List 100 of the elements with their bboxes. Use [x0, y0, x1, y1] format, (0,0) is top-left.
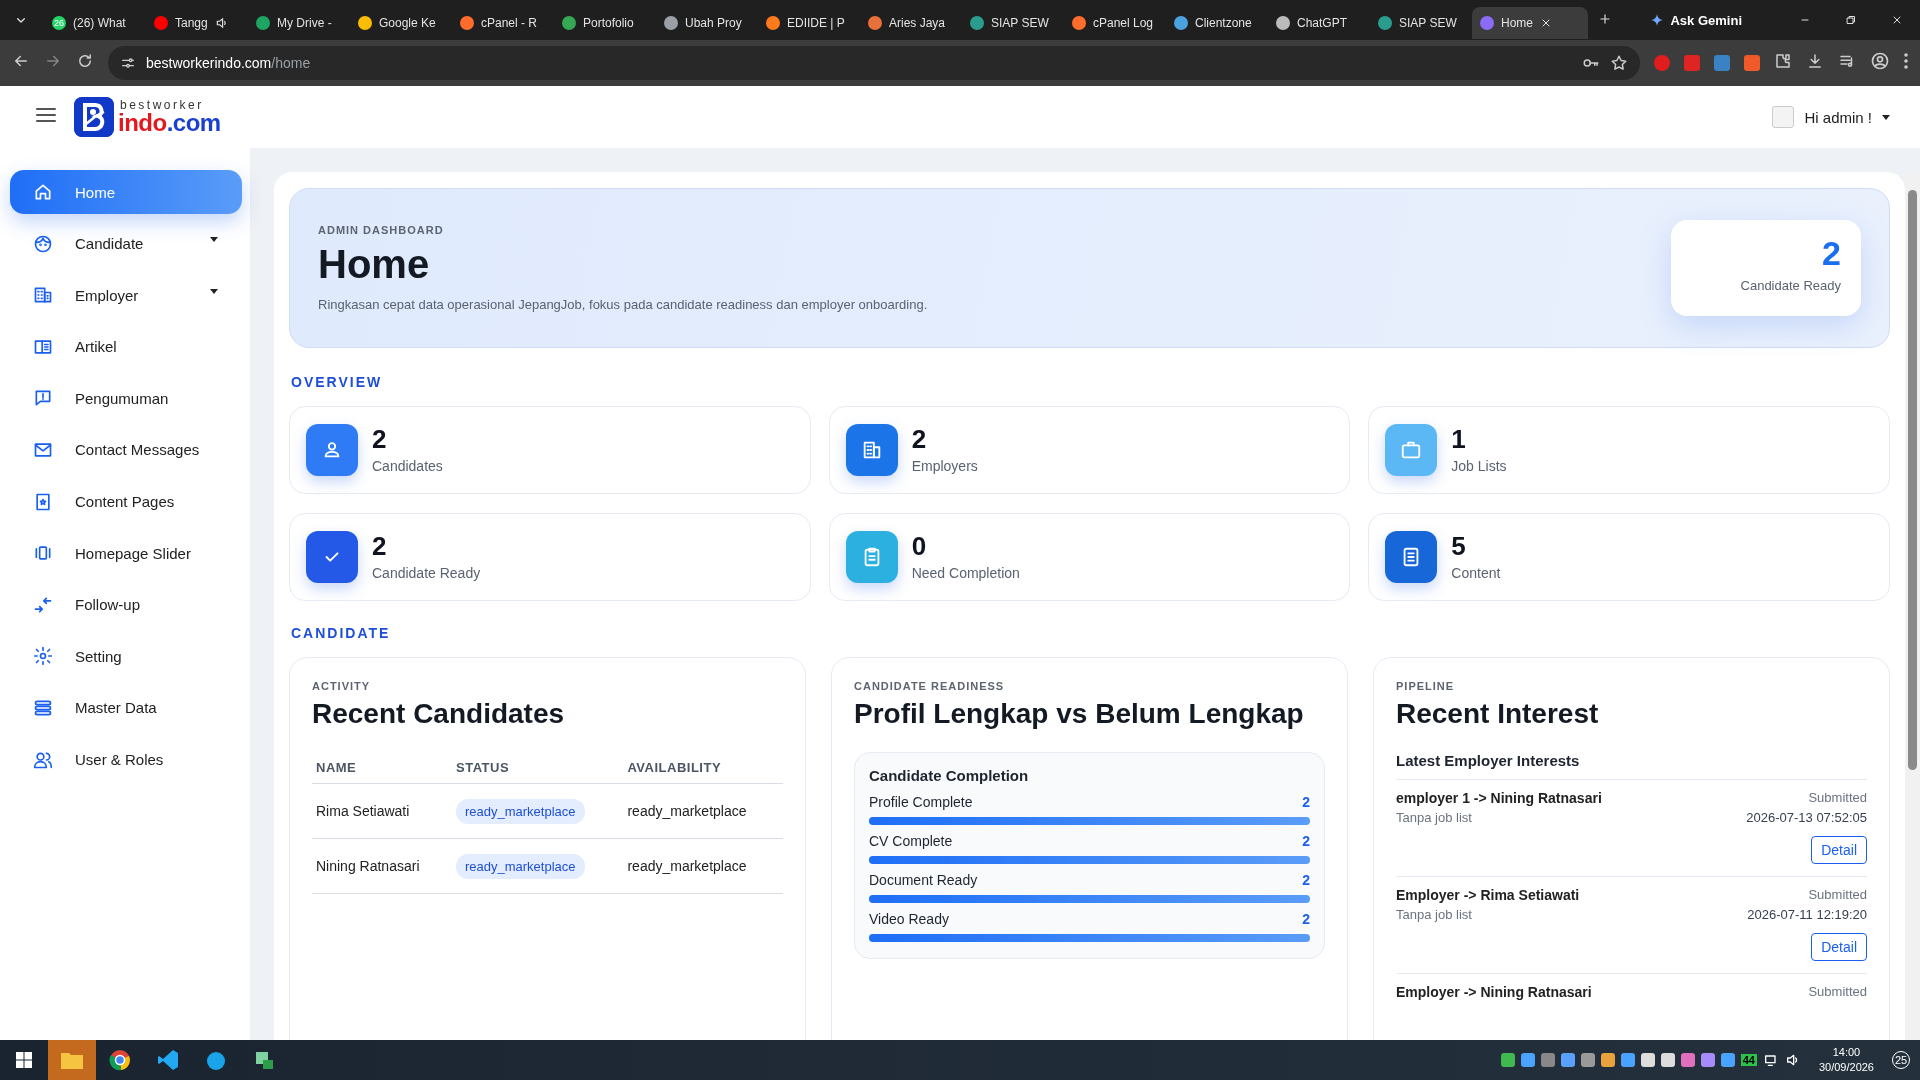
interest-status: Submitted — [1808, 887, 1867, 902]
tray-icon[interactable] — [1720, 1053, 1735, 1067]
gemini-button[interactable]: Ask Gemini — [1650, 12, 1742, 28]
briefcase-icon — [1400, 439, 1423, 461]
sidebar-item[interactable]: Setting — [10, 634, 242, 679]
sidebar-item[interactable]: Content Pages — [10, 479, 242, 524]
logo-wordmark: indo.com — [118, 111, 221, 135]
code-editor-icon — [157, 1049, 179, 1071]
panel-title: Candidate Completion — [869, 767, 1030, 784]
building-icon — [33, 285, 53, 306]
table-cell: Nining Ratnasari — [312, 838, 452, 894]
sidebar-item[interactable]: Pengumuman — [10, 376, 242, 421]
browser-tab[interactable]: My Drive - — [248, 7, 350, 39]
sidebar-item[interactable]: Follow-up — [10, 582, 242, 627]
browser-tab[interactable]: Home — [1472, 7, 1588, 39]
star-icon — [1610, 54, 1628, 72]
tray-icon[interactable] — [1580, 1053, 1595, 1067]
sidebar-item[interactable]: User & Roles — [10, 737, 242, 782]
tray-icon[interactable] — [1620, 1053, 1635, 1067]
stat-label: Candidates — [372, 458, 443, 474]
card-title: Recent Interest — [1396, 698, 1600, 730]
interest-status: Submitted — [1808, 984, 1867, 999]
close-icon — [1540, 17, 1552, 29]
list-heading: Latest Employer Interests — [1396, 752, 1580, 769]
tray-icon[interactable] — [1660, 1053, 1675, 1067]
logo-icon — [74, 97, 114, 137]
browser-tab[interactable]: Aries Jaya — [860, 7, 962, 39]
sidebar-item[interactable]: Home — [10, 170, 242, 214]
address-bar[interactable]: bestworkerindo.com/home — [108, 46, 1640, 80]
favicon-icon — [1276, 16, 1290, 30]
stat-label: Candidate Ready — [372, 565, 481, 581]
sidebar-item[interactable]: Homepage Slider — [10, 531, 242, 576]
stat-value: 2 — [1821, 236, 1841, 270]
status-badge: ready_marketplace — [456, 799, 585, 824]
tray-icon[interactable] — [1500, 1053, 1515, 1067]
sidebar-item[interactable]: Contact Messages — [10, 427, 242, 472]
browser-tab[interactable]: Tangg — [146, 7, 248, 39]
browser-tab[interactable]: Ubah Proy — [656, 7, 758, 39]
puzzle-icon — [1774, 52, 1792, 70]
interest-status: Submitted — [1808, 790, 1867, 805]
favicon-icon — [460, 16, 474, 30]
stat-label: Need Completion — [911, 565, 1020, 581]
sidebar-item[interactable]: Master Data — [10, 685, 242, 730]
sidebar-item[interactable]: Artikel — [10, 324, 242, 369]
status-badge: ready_marketplace — [456, 854, 585, 879]
stat-label: Content — [1451, 565, 1501, 581]
interest-title: employer 1 -> Nining Ratnasari — [1396, 790, 1602, 806]
tray-icon[interactable] — [1560, 1053, 1575, 1067]
user-menu[interactable]: Hi admin ! — [1772, 106, 1890, 128]
favicon-icon — [1072, 16, 1086, 30]
tray-icon[interactable] — [1680, 1053, 1695, 1067]
column-header: STATUS — [452, 752, 624, 784]
tray-badge[interactable]: 44 — [1740, 1054, 1757, 1066]
favicon-icon — [766, 16, 780, 30]
tray-icon[interactable] — [1520, 1053, 1535, 1067]
browser-tab[interactable]: ChatGPT — [1268, 7, 1370, 39]
browser-tab[interactable]: EDIIDE | P — [758, 7, 860, 39]
tray-icon[interactable] — [1600, 1053, 1615, 1067]
column-header: AVAILABILITY — [623, 752, 783, 784]
page-title: Home — [318, 242, 431, 287]
favicon-icon — [970, 16, 984, 30]
detail-button[interactable]: Detail — [1811, 836, 1867, 864]
sidebar-item[interactable]: Candidate — [10, 221, 242, 266]
browser-tab[interactable]: Clientzone — [1166, 7, 1268, 39]
arrows-icon — [33, 594, 53, 615]
table-cell: ready_marketplace — [623, 783, 783, 839]
home-icon — [33, 182, 53, 202]
browser-tab[interactable]: Google Ke — [350, 7, 452, 39]
metric-value: 2 — [1302, 794, 1310, 810]
stat-value: 1 — [1451, 426, 1467, 452]
browser-tab[interactable]: Portofolio — [554, 7, 656, 39]
detail-button[interactable]: Detail — [1811, 933, 1867, 961]
favicon-badge: 26 — [52, 16, 66, 30]
tray-icon[interactable] — [1700, 1053, 1715, 1067]
favicon-icon — [1174, 16, 1188, 30]
card-kicker: CANDIDATE READINESS — [854, 680, 1006, 692]
stat-label: Candidate Ready — [1739, 278, 1841, 293]
metric-label: Profile Complete — [869, 794, 973, 810]
interest-subtitle: Tanpa job list — [1396, 907, 1473, 922]
restore-icon — [1845, 14, 1857, 26]
metric-value: 2 — [1302, 911, 1310, 927]
browser-tab[interactable]: SIAP SEW — [962, 7, 1064, 39]
taskbar-clock[interactable]: 14:00 30/09/2026 — [1818, 1045, 1874, 1075]
browser-tab[interactable]: cPanel Log — [1064, 7, 1166, 39]
browser-tab[interactable]: SIAP SEW — [1370, 7, 1472, 39]
stat-value: 0 — [911, 533, 928, 559]
more-icon — [1904, 53, 1908, 69]
tray-icon[interactable] — [1640, 1053, 1655, 1067]
favicon-icon — [664, 16, 678, 30]
scrollbar[interactable] — [1905, 172, 1920, 1040]
stat-value: 2 — [372, 426, 388, 452]
star-page-icon — [33, 491, 53, 512]
browser-tab[interactable]: cPanel - R — [452, 7, 554, 39]
metric-label: Document Ready — [869, 872, 978, 888]
stat-value: 2 — [372, 533, 388, 559]
avatar-icon — [1772, 106, 1795, 128]
sidebar-item[interactable]: Employer — [10, 273, 242, 318]
card-kicker: PIPELINE — [1396, 680, 1456, 692]
face-icon — [33, 233, 53, 254]
browser-tab[interactable]: 26 (26) What — [44, 7, 146, 39]
